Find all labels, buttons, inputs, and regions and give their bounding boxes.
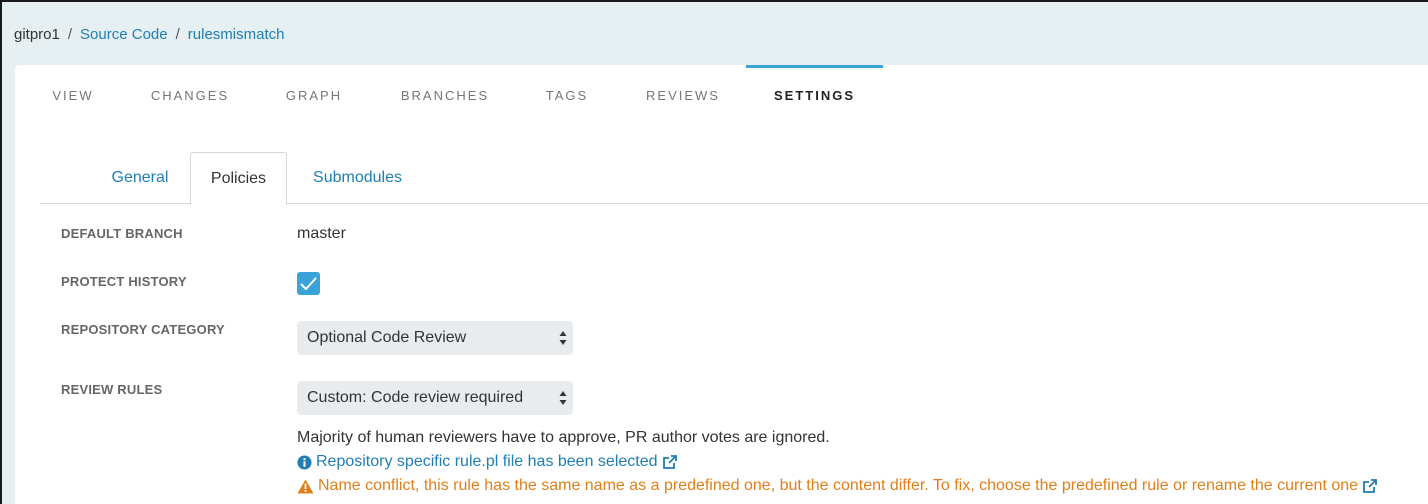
tab-graph[interactable]: GRAPH: [279, 65, 349, 125]
breadcrumb-source-code[interactable]: Source Code: [80, 26, 168, 43]
default-branch-label: DEFAULT BRANCH: [61, 226, 183, 241]
review-rules-description: Majority of human reviewers have to appr…: [297, 429, 830, 446]
main-tabs: VIEW CHANGES GRAPH BRANCHES TAGS REVIEWS…: [15, 65, 1428, 125]
repository-category-selected: Optional Code Review: [307, 329, 467, 346]
rule-name-conflict-warning: Name conflict, this rule has the same na…: [297, 477, 1378, 495]
tab-branches[interactable]: BRANCHES: [395, 65, 495, 125]
breadcrumb-repo[interactable]: rulesmismatch: [188, 26, 285, 43]
tab-tags[interactable]: TAGS: [539, 65, 595, 125]
external-link-icon: [662, 455, 677, 469]
external-link-icon[interactable]: [1362, 478, 1378, 494]
sort-arrows-icon: [559, 390, 567, 406]
sub-tab-general[interactable]: General: [100, 152, 180, 204]
tab-view[interactable]: VIEW: [43, 65, 103, 125]
warning-triangle-icon: [297, 479, 314, 493]
sub-tab-submodules[interactable]: Submodules: [300, 152, 415, 204]
check-icon: [300, 277, 317, 290]
tab-changes[interactable]: CHANGES: [145, 65, 235, 125]
warning-text: Name conflict, this rule has the same na…: [318, 477, 1359, 494]
protect-history-label: PROTECT HISTORY: [61, 274, 187, 289]
info-link-text: Repository specific rule.pl file has bee…: [316, 453, 658, 470]
breadcrumb-separator: /: [67, 26, 73, 43]
breadcrumb-separator: /: [175, 26, 180, 43]
protect-history-checkbox[interactable]: [297, 272, 320, 295]
sort-arrows-icon: [559, 330, 567, 346]
repository-category-label: REPOSITORY CATEGORY: [61, 322, 225, 337]
default-branch-value: master: [297, 225, 346, 242]
repository-panel: VIEW CHANGES GRAPH BRANCHES TAGS REVIEWS…: [15, 65, 1428, 504]
review-rules-select[interactable]: Custom: Code review required: [297, 381, 573, 415]
breadcrumb: gitpro1 / Source Code / rulesmismatch: [14, 26, 284, 43]
info-circle-icon: [297, 454, 312, 470]
breadcrumb-project[interactable]: gitpro1: [14, 26, 60, 43]
sub-tab-policies[interactable]: Policies: [190, 152, 287, 205]
review-rules-label: REVIEW RULES: [61, 382, 163, 397]
settings-sub-tabs: General Policies Submodules: [40, 152, 1428, 205]
rule-file-info-link[interactable]: Repository specific rule.pl file has bee…: [297, 453, 678, 471]
review-rules-selected: Custom: Code review required: [307, 389, 524, 406]
repository-category-select[interactable]: Optional Code Review: [297, 321, 573, 355]
tab-reviews[interactable]: REVIEWS: [639, 65, 727, 125]
tab-settings[interactable]: SETTINGS: [746, 65, 883, 125]
